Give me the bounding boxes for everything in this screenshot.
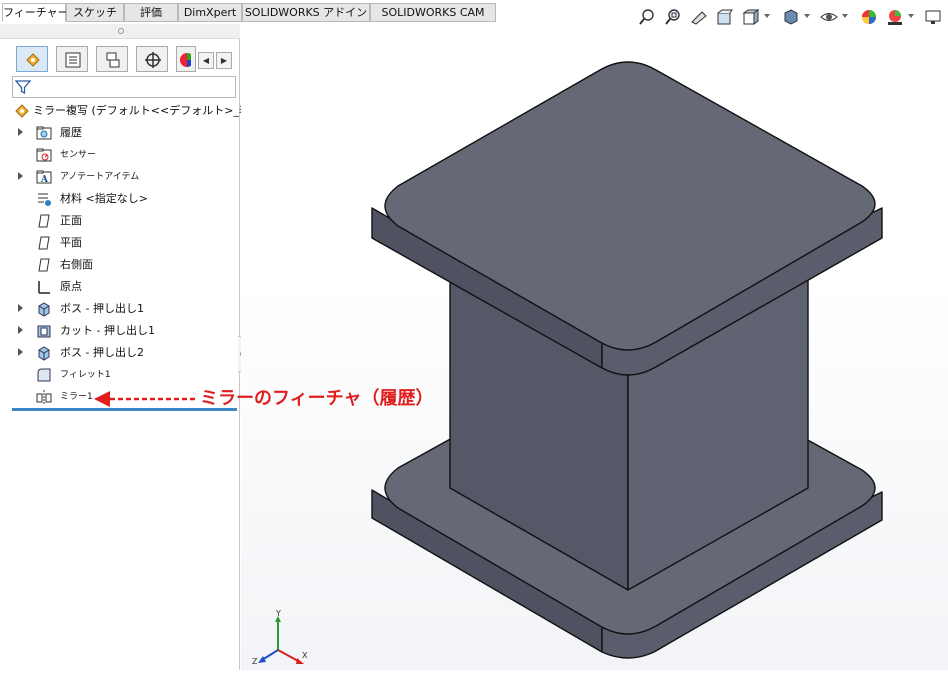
annotation-folder-icon: A (36, 170, 52, 185)
tree-root-part[interactable]: ミラー複写 (デフォルト<<デフォルト>_表示状態 (0, 100, 283, 122)
tree-item-material[interactable]: 材料 <指定なし> (0, 188, 240, 210)
apply-scene-icon[interactable] (886, 8, 904, 26)
tree-item-label: 平面 (60, 236, 82, 249)
origin-icon (38, 281, 50, 294)
part-icon (15, 104, 29, 118)
tree-item-cut-extrude-1[interactable]: カット - 押し出し1 (0, 320, 240, 342)
tree-item-label: アノテートアイテム (60, 172, 140, 182)
feature-manager-icon[interactable] (16, 46, 48, 72)
tree-item-label: ボス - 押し出し2 (60, 346, 144, 359)
section-view-icon[interactable] (716, 8, 734, 26)
display-style-icon[interactable] (782, 8, 800, 26)
tree-item-origin[interactable]: 原点 (0, 276, 240, 298)
property-manager-icon[interactable] (56, 46, 88, 72)
model-view (371, 61, 883, 659)
apply-scene-dropdown-icon[interactable] (908, 14, 914, 18)
heads-up-view-toolbar (636, 6, 948, 28)
expand-arrow-icon[interactable] (18, 172, 23, 180)
annotation-arrow-icon (94, 391, 198, 407)
zoom-to-area-icon[interactable] (664, 8, 682, 26)
plane-icon (38, 236, 50, 250)
dimxpert-manager-icon[interactable] (136, 46, 168, 72)
tab-sketch[interactable]: スケッチ (66, 3, 124, 22)
tree-item-label: センサー (60, 150, 97, 160)
previous-view-icon[interactable] (690, 8, 708, 26)
plane-icon (38, 214, 50, 228)
tree-item-front-plane[interactable]: 正面 (0, 210, 240, 232)
tab-solidworks-addins[interactable]: SOLIDWORKS アドイン (242, 3, 370, 22)
zoom-to-fit-icon[interactable] (638, 8, 656, 26)
configuration-manager-icon[interactable] (96, 46, 128, 72)
tab-evaluate[interactable]: 評価 (124, 3, 178, 22)
tree-item-annotations[interactable]: A アノテートアイテム (0, 166, 240, 188)
tab-features[interactable]: フィーチャー (2, 3, 69, 22)
tree-item-right-plane[interactable]: 右側面 (0, 254, 240, 276)
reference-triad: Y X Z (250, 609, 310, 670)
triad-axes-icon: Y X Z (252, 609, 308, 666)
feature-manager-panel: ◀ ▶ ミラー複写 (デフォルト<<デフォルト>_表示状態 履歴 センサー A … (0, 24, 283, 670)
tree-item-fillet-1[interactable]: フィレット1 (0, 364, 240, 386)
view-settings-icon[interactable] (924, 8, 942, 26)
graphics-area[interactable] (241, 24, 948, 670)
view-orientation-icon[interactable] (742, 8, 760, 26)
fillet-icon (37, 368, 51, 382)
hide-show-icon[interactable] (820, 8, 838, 26)
tabs-scroll-right-button[interactable]: ▶ (216, 52, 232, 69)
display-style-dropdown-icon[interactable] (804, 14, 810, 18)
hide-show-dropdown-icon[interactable] (842, 14, 848, 18)
tree-item-boss-extrude-1[interactable]: ボス - 押し出し1 (0, 298, 240, 320)
tree-item-label: カット - 押し出し1 (60, 324, 155, 337)
filter-icon (15, 80, 31, 95)
sensor-folder-icon (36, 148, 52, 162)
tree-item-label: ボス - 押し出し1 (60, 302, 144, 315)
panel-grip[interactable] (0, 24, 240, 39)
annotation-text: ミラーのフィーチャ（履歴） (200, 388, 434, 409)
tabs-scroll-left-button[interactable]: ◀ (198, 52, 214, 69)
expand-arrow-icon[interactable] (18, 348, 23, 356)
tree-item-history[interactable]: 履歴 (0, 122, 240, 144)
svg-text:A: A (40, 175, 49, 185)
material-icon (38, 193, 51, 206)
triad-x-label: X (302, 651, 308, 660)
tab-solidworks-cam[interactable]: SOLIDWORKS CAM (370, 3, 496, 22)
tree-item-boss-extrude-2[interactable]: ボス - 押し出し2 (0, 342, 240, 364)
tree-item-label: フィレット1 (60, 370, 111, 380)
tree-item-label: 正面 (60, 214, 82, 227)
expand-arrow-icon[interactable] (18, 326, 23, 334)
expand-arrow-icon[interactable] (18, 128, 23, 136)
tree-item-top-plane[interactable]: 平面 (0, 232, 240, 254)
expand-arrow-icon[interactable] (18, 304, 23, 312)
cut-extrude-icon (37, 325, 51, 338)
triad-z-label: Z (252, 657, 258, 666)
tree-item-label: ミラー1 (60, 392, 93, 402)
triad-y-label: Y (275, 610, 281, 618)
tree-item-label: 材料 <指定なし> (60, 192, 148, 205)
annotation-callout: ミラーのフィーチャ（履歴） (92, 388, 512, 412)
boss-extrude-icon (38, 346, 50, 361)
display-manager-icon[interactable] (176, 46, 196, 72)
tree-item-label: 原点 (60, 280, 82, 293)
tree-item-label: 履歴 (60, 126, 82, 139)
mirror-icon (36, 390, 52, 404)
edit-appearance-icon[interactable] (860, 8, 878, 26)
view-orientation-dropdown-icon[interactable] (764, 14, 770, 18)
tree-item-label: 右側面 (60, 258, 93, 271)
plane-icon (38, 258, 50, 272)
tab-dimxpert[interactable]: DimXpert (178, 3, 242, 22)
command-manager-tabs: フィーチャー スケッチ 評価 DimXpert SOLIDWORKS アドイン … (0, 0, 500, 24)
tree-item-sensors[interactable]: センサー (0, 144, 240, 166)
feature-filter-input[interactable] (12, 76, 236, 98)
boss-extrude-icon (38, 302, 50, 317)
history-folder-icon (36, 126, 52, 140)
